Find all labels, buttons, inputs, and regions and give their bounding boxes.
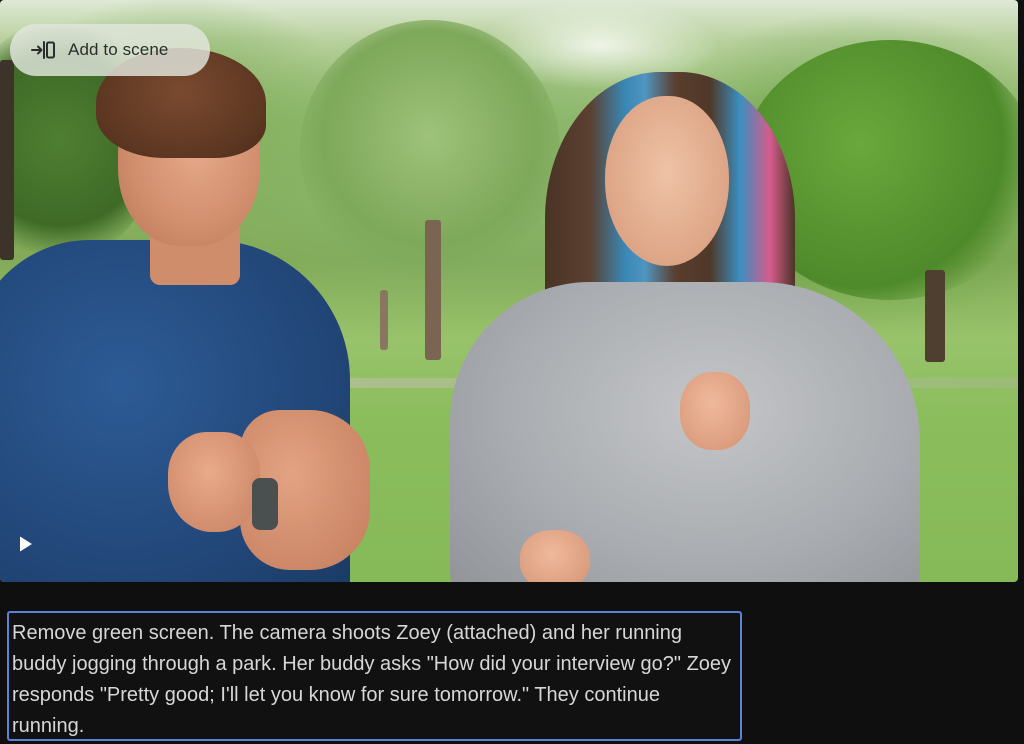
video-tree-trunk — [380, 290, 388, 350]
video-runner-woman-fist — [680, 372, 750, 450]
app-stage: Add to scene Remove green screen. The ca… — [0, 0, 1024, 744]
video-preview[interactable]: Add to scene — [0, 0, 1018, 582]
video-runner-woman-face — [605, 96, 729, 266]
video-runner-man-fist — [168, 432, 260, 532]
prompt-text: Remove green screen. The camera shoots Z… — [12, 622, 732, 737]
video-tree-trunk — [0, 60, 14, 260]
add-to-scene-button[interactable]: Add to scene — [10, 24, 210, 76]
add-to-scene-label: Add to scene — [68, 40, 169, 59]
video-runner-man-watch — [252, 478, 278, 530]
video-tree-trunk — [425, 220, 441, 360]
video-tree-trunk — [925, 270, 945, 362]
video-runner-woman-fist — [520, 530, 590, 582]
prompt-textbox[interactable]: Remove green screen. The camera shoots Z… — [7, 611, 742, 741]
play-icon — [18, 535, 34, 558]
play-button[interactable] — [12, 532, 40, 560]
insert-into-scene-icon — [30, 39, 56, 61]
